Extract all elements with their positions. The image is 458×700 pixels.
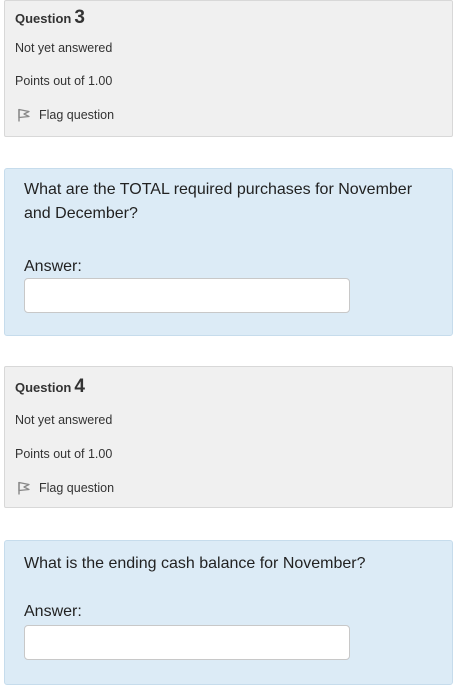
flag-icon	[17, 108, 39, 122]
question-status: Not yet answered	[15, 41, 113, 55]
question-points: Points out of 1.00	[15, 447, 113, 461]
question-heading: Question 4	[15, 376, 85, 398]
question-points: Points out of 1.00	[15, 74, 113, 88]
question-text: What are the TOTAL required purchases fo…	[24, 181, 413, 222]
question-text: What is the ending cash balance for Nove…	[24, 555, 366, 572]
answer-input[interactable]	[24, 278, 350, 313]
answer-input[interactable]	[24, 625, 350, 660]
question-heading-label: Question	[15, 11, 72, 26]
question-info-panel: Question 4 Not yet answered Points out of…	[4, 366, 453, 508]
quiz-page: Question 3 Not yet answered Points out of…	[0, 0, 458, 700]
question-content-panel: What are the TOTAL required purchases fo…	[4, 168, 453, 336]
question-number: 3	[74, 7, 85, 28]
flag-question-link[interactable]: Flag question	[17, 481, 114, 495]
flag-icon	[17, 481, 39, 495]
answer-label: Answer:	[24, 258, 82, 275]
flag-question-label: Flag question	[39, 481, 115, 495]
flag-question-label: Flag question	[39, 108, 115, 122]
question-number: 4	[74, 376, 85, 397]
question-heading: Question 3	[15, 7, 85, 29]
question-status: Not yet answered	[15, 413, 113, 427]
question-info-panel: Question 3 Not yet answered Points out of…	[4, 0, 453, 137]
answer-label: Answer:	[24, 603, 82, 620]
question-heading-label: Question	[15, 380, 72, 395]
question-content-panel: What is the ending cash balance for Nove…	[4, 540, 453, 685]
flag-question-link[interactable]: Flag question	[17, 108, 114, 122]
